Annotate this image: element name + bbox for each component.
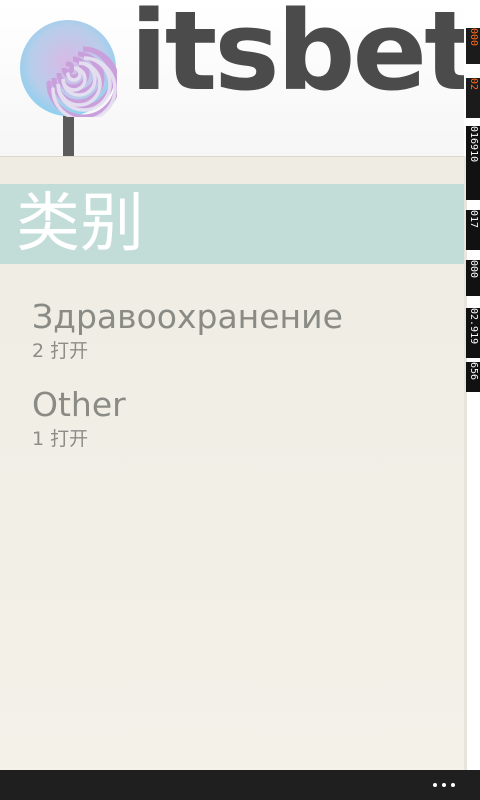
title-bar: 类别 [0,184,464,264]
category-name: Здравоохранение [32,297,343,336]
dot [451,783,455,787]
category-item[interactable]: Other 1 打开 [32,385,452,473]
categories-panel: 类别 Здравоохранение 2 打开 Other 1 打开 [0,156,464,771]
ellipsis-icon[interactable] [424,774,464,796]
debug-counter: 017 [466,210,480,250]
category-count: 2 打开 [32,340,89,362]
debug-counter: 02.919 [466,308,480,358]
dot [433,783,437,787]
category-item[interactable]: Здравоохранение 2 打开 [32,297,452,385]
category-count: 1 打开 [32,428,89,450]
debug-counter: 02 [466,78,480,118]
category-name: Other [32,385,126,424]
page-title: 类别 [16,187,144,261]
lollipop-logo-icon [20,20,117,117]
debug-counters: 000 02 016910 017 000 02.919 656 [466,28,480,398]
debug-counter: 000 [466,260,480,296]
dot [442,783,446,787]
category-list: Здравоохранение 2 打开 Other 1 打开 [32,297,452,473]
debug-counter: 016910 [466,126,480,200]
debug-counter: 656 [466,362,480,392]
logo-wordmark: itsbet [130,0,477,115]
app-header: itsbet [0,0,477,156]
debug-counter: 000 [466,28,480,64]
application-bar [0,770,480,800]
